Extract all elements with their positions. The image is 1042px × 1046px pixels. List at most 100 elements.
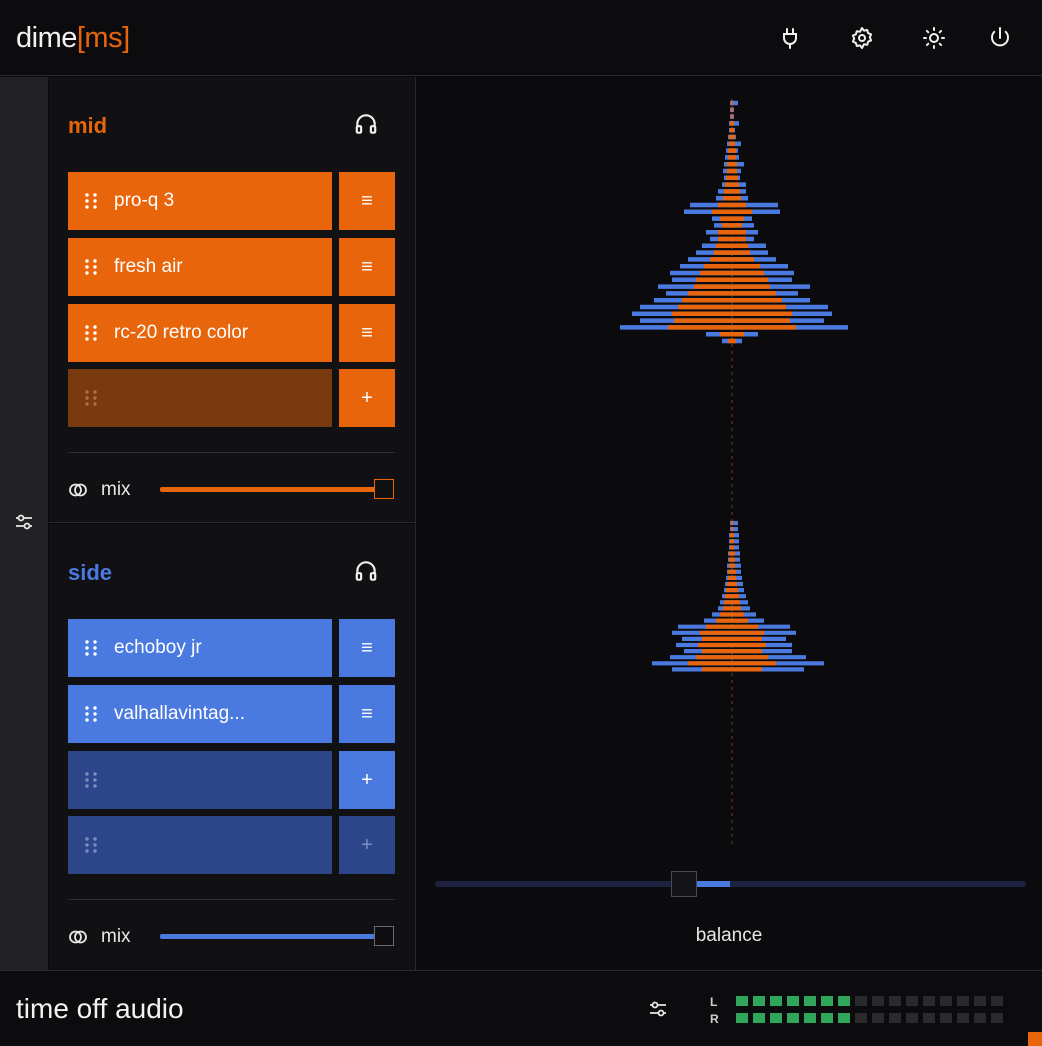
meter-segment — [821, 996, 833, 1006]
plus-icon: + — [361, 768, 373, 791]
meter-segment — [872, 996, 884, 1006]
plugin-name: echoboy jr — [114, 637, 202, 658]
mix-label: mix — [101, 926, 131, 947]
divider — [68, 899, 395, 900]
mid-mix-slider-thumb[interactable] — [374, 479, 394, 499]
meter-segment — [923, 996, 935, 1006]
power-icon[interactable] — [986, 24, 1014, 52]
divider — [68, 452, 395, 453]
meter-segment — [940, 996, 952, 1006]
balance-label: balance — [695, 925, 763, 946]
side-mix-slider-thumb[interactable] — [374, 926, 394, 946]
mid-mix-slider-track[interactable] — [160, 487, 382, 492]
plus-icon: + — [361, 386, 373, 409]
mid-add-plugin-button[interactable]: + — [339, 369, 395, 427]
side-mix-control: mix — [68, 924, 395, 950]
meter-segment — [736, 1013, 748, 1023]
plugin-name: pro-q 3 — [114, 190, 175, 211]
drag-handle-icon[interactable] — [84, 389, 98, 407]
menu-icon: ≡ — [361, 321, 373, 344]
drag-handle-icon[interactable] — [84, 639, 98, 657]
mid-mix-control: mix — [68, 477, 395, 503]
mid-plugin-slot-3[interactable]: rc-20 retro color — [68, 304, 332, 362]
meter-segment — [804, 1013, 816, 1023]
meter-segment — [838, 996, 850, 1006]
drag-handle-icon[interactable] — [84, 771, 98, 789]
meter-left-label: L — [710, 995, 718, 1009]
mix-icon — [69, 483, 87, 497]
mid-slot-1-menu-button[interactable]: ≡ — [339, 172, 395, 230]
sun-icon[interactable] — [920, 24, 948, 52]
meter-segment — [957, 1013, 969, 1023]
brand-name: time off audio — [16, 993, 184, 1024]
menu-icon: ≡ — [361, 255, 373, 278]
level-meter-left — [736, 996, 1003, 1006]
balance-slider-fill — [696, 881, 730, 887]
meter-segment — [787, 996, 799, 1006]
side-plugin-slot-2[interactable]: valhallavintag... — [68, 685, 332, 743]
side-add-plugin-button-disabled[interactable]: + — [339, 816, 395, 874]
meter-segment — [821, 1013, 833, 1023]
resize-handle[interactable] — [1028, 1032, 1042, 1046]
mid-plugin-slot-2[interactable]: fresh air — [68, 238, 332, 296]
gear-icon[interactable] — [848, 24, 876, 52]
meter-segment — [906, 996, 918, 1006]
side-slot-2-menu-button[interactable]: ≡ — [339, 685, 395, 743]
plus-icon: + — [361, 833, 373, 856]
drag-handle-icon[interactable] — [84, 192, 98, 210]
meter-segment — [991, 1013, 1003, 1023]
menu-icon: ≡ — [361, 636, 373, 659]
meter-segment — [872, 1013, 884, 1023]
meter-segment — [770, 1013, 782, 1023]
meter-segment — [906, 1013, 918, 1023]
meter-segment — [940, 1013, 952, 1023]
plugin-name: valhallavintag... — [114, 703, 245, 724]
meter-segment — [770, 996, 782, 1006]
footer-bar: time off audio L R — [0, 970, 1042, 1046]
meter-segment — [736, 996, 748, 1006]
side-panel: side echoboy jr ≡ valhallavintag... ≡ + … — [49, 524, 415, 970]
headphones-icon[interactable] — [353, 558, 379, 584]
meter-segment — [957, 996, 969, 1006]
plugin-name: fresh air — [114, 256, 183, 277]
meter-segment — [753, 996, 765, 1006]
meter-segment — [838, 1013, 850, 1023]
meter-segment — [991, 996, 1003, 1006]
meter-segment — [974, 1013, 986, 1023]
spectrum-display — [620, 99, 848, 847]
balance-slider-track[interactable] — [435, 881, 1026, 887]
mix-icon — [69, 930, 87, 944]
mid-slot-2-menu-button[interactable]: ≡ — [339, 238, 395, 296]
balance-slider-thumb[interactable] — [671, 871, 697, 897]
meter-segment — [855, 1013, 867, 1023]
headphones-icon[interactable] — [353, 111, 379, 137]
drag-handle-icon[interactable] — [84, 258, 98, 276]
side-mix-slider-track[interactable] — [160, 934, 382, 939]
drag-handle-icon[interactable] — [84, 836, 98, 854]
meter-segment — [753, 1013, 765, 1023]
sliders-icon[interactable] — [646, 997, 670, 1021]
side-strip — [0, 77, 48, 970]
mid-plugin-slot-4[interactable] — [68, 369, 332, 427]
level-meter-right — [736, 1013, 1003, 1023]
side-title: side — [68, 560, 113, 585]
app-logo: dime[ms] — [16, 22, 130, 54]
plugin-name: rc-20 retro color — [114, 322, 249, 343]
mid-slot-3-menu-button[interactable]: ≡ — [339, 304, 395, 362]
side-add-plugin-button[interactable]: + — [339, 751, 395, 809]
sliders-icon[interactable] — [12, 510, 36, 534]
side-plugin-slot-1[interactable]: echoboy jr — [68, 619, 332, 677]
mix-label: mix — [101, 479, 131, 500]
plug-icon[interactable] — [776, 24, 804, 52]
mid-plugin-slot-1[interactable]: pro-q 3 — [68, 172, 332, 230]
drag-handle-icon[interactable] — [84, 705, 98, 723]
meter-segment — [923, 1013, 935, 1023]
menu-icon: ≡ — [361, 702, 373, 725]
side-plugin-slot-4[interactable] — [68, 816, 332, 874]
meter-segment — [804, 996, 816, 1006]
meter-segment — [855, 996, 867, 1006]
side-plugin-slot-3[interactable] — [68, 751, 332, 809]
meter-segment — [889, 996, 901, 1006]
side-slot-1-menu-button[interactable]: ≡ — [339, 619, 395, 677]
drag-handle-icon[interactable] — [84, 324, 98, 342]
